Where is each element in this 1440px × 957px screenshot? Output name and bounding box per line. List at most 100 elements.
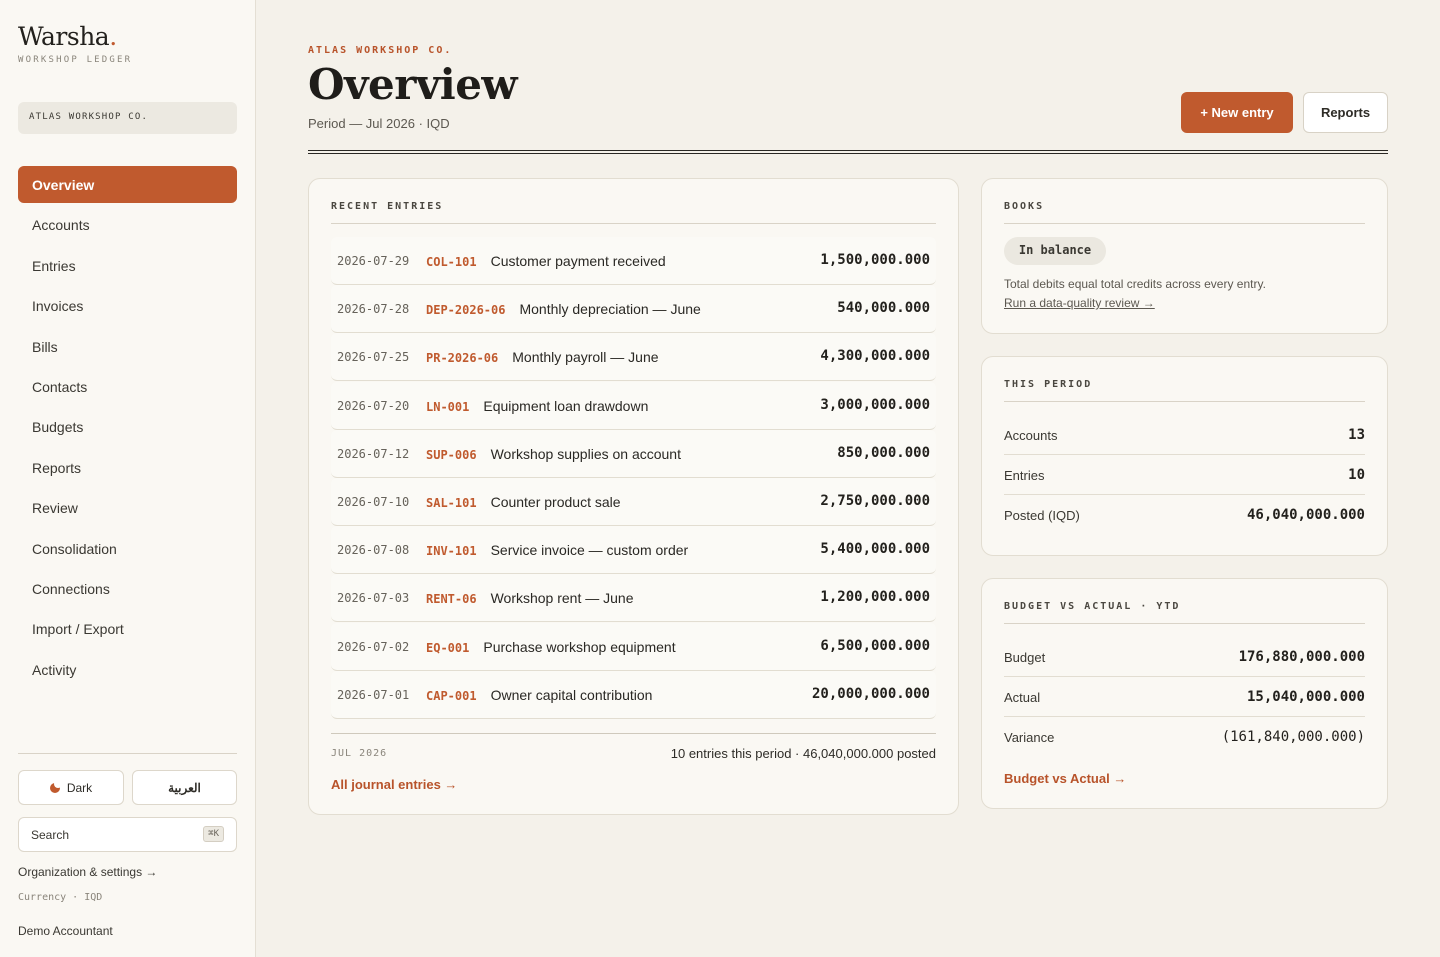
entry-amount: 1,200,000.000 — [820, 589, 930, 606]
sidebar-item-contacts[interactable]: Contacts — [18, 368, 237, 405]
budget-row-label: Actual — [1004, 690, 1041, 705]
org-settings-link[interactable]: Organization & settings → — [18, 865, 157, 879]
page-title: Overview — [308, 60, 518, 109]
stat-value: 10 — [1348, 467, 1365, 483]
header-rule — [308, 150, 1388, 151]
entry-reference[interactable]: CAP-001 — [426, 689, 477, 703]
budget-row-value: (161,840,000.000) — [1221, 729, 1365, 745]
entry-description-text: Monthly payroll — June — [512, 349, 659, 366]
data-quality-review-link[interactable]: Run a data-quality review → — [1004, 296, 1155, 310]
budget-row-value: 15,040,000.000 — [1246, 689, 1365, 705]
entry-date: 2026-07-20 — [337, 398, 410, 413]
entry-row[interactable]: 2026-07-08 INV-101 Service invoice — custo… — [331, 526, 936, 575]
entry-description: SUP-006 Workshop supplies on account — [426, 446, 681, 462]
sidebar-item-accounts[interactable]: Accounts — [18, 206, 237, 243]
status-badge: In balance — [1004, 237, 1106, 265]
sidebar: Warsha. WORKSHOP LEDGER ATLAS WORKSHOP C… — [0, 0, 256, 957]
entry-row[interactable]: 2026-07-02 EQ-001 Purchase workshop equipm… — [331, 622, 936, 671]
books-label: BOOKS — [1004, 201, 1045, 212]
sidebar-divider — [18, 753, 237, 754]
entry-description: SAL-101 Counter product sale — [426, 494, 621, 510]
period-label: Period — Jul 2026 · IQD — [308, 116, 450, 131]
entry-description-text: Monthly depreciation — June — [519, 301, 701, 318]
entry-reference[interactable]: SUP-006 — [426, 448, 477, 462]
entry-description-text: Owner capital contribution — [490, 686, 653, 703]
moon-icon — [49, 780, 62, 793]
sidebar-item-consolidation[interactable]: Consolidation — [18, 530, 237, 567]
sidebar-item-review[interactable]: Review — [18, 489, 237, 526]
brand-logo[interactable]: Warsha. WORKSHOP LEDGER — [18, 22, 132, 65]
sidebar-item-overview[interactable]: Overview — [18, 166, 237, 203]
sidebar-nav: Overview Accounts Entries Invoices Bills… — [18, 166, 237, 691]
entry-description: RENT-06 Workshop rent — June — [426, 590, 634, 606]
budget-row-variance: Variance (161,840,000.000) — [1004, 717, 1365, 757]
sidebar-item-connections[interactable]: Connections — [18, 570, 237, 607]
sidebar-item-activity[interactable]: Activity — [18, 651, 237, 688]
sidebar-item-import-export[interactable]: Import / Export — [18, 610, 237, 647]
entry-description: COL-101 Customer payment received — [426, 253, 666, 269]
budget-row-budget: Budget 176,880,000.000 — [1004, 637, 1365, 677]
entry-row[interactable]: 2026-07-25 PR-2026-06 Monthly payroll — Ju… — [331, 333, 936, 382]
dark-mode-button[interactable]: Dark — [18, 770, 124, 805]
entry-date: 2026-07-08 — [337, 543, 410, 558]
entry-amount: 540,000.000 — [837, 300, 930, 317]
shortcut-badge: ⌘K — [203, 826, 224, 842]
entry-row[interactable]: 2026-07-29 COL-101 Customer payment receiv… — [331, 237, 936, 285]
entry-amount: 6,500,000.000 — [820, 637, 930, 654]
entry-reference[interactable]: LN-001 — [426, 400, 469, 414]
entry-row[interactable]: 2026-07-03 RENT-06 Workshop rent — June 1,2… — [331, 574, 936, 623]
sidebar-item-invoices[interactable]: Invoices — [18, 287, 237, 324]
all-journal-entries-link[interactable]: All journal entries → — [331, 777, 457, 792]
entry-reference[interactable]: COL-101 — [426, 255, 477, 269]
card-rule — [331, 223, 936, 224]
user-name[interactable]: Demo Accountant — [18, 924, 113, 938]
currency-label: Currency · IQD — [18, 892, 103, 903]
budget-row-value: 176,880,000.000 — [1238, 649, 1365, 665]
entry-reference[interactable]: EQ-001 — [426, 641, 469, 655]
entry-row[interactable]: 2026-07-28 DEP-2026-06 Monthly depreciatio… — [331, 285, 936, 334]
entry-row[interactable]: 2026-07-20 LN-001 Equipment loan drawdown 3… — [331, 381, 936, 430]
entry-reference[interactable]: RENT-06 — [426, 592, 477, 606]
entry-date: 2026-07-12 — [337, 446, 410, 461]
entry-reference[interactable]: INV-101 — [426, 544, 477, 558]
reports-button[interactable]: Reports — [1303, 92, 1388, 133]
entry-date: 2026-07-10 — [337, 495, 410, 509]
entry-description-text: Counter product sale — [490, 494, 621, 510]
entry-date: 2026-07-01 — [337, 687, 410, 702]
stat-value: 13 — [1348, 427, 1365, 443]
entry-description: DEP-2026-06 Monthly depreciation — June — [426, 301, 701, 317]
new-entry-button[interactable]: + New entry — [1181, 92, 1293, 133]
entry-row[interactable]: 2026-07-12 SUP-006 Workshop supplies on ac… — [331, 429, 936, 478]
entry-amount: 850,000.000 — [837, 444, 930, 461]
stat-value: 46,040,000.000 — [1246, 507, 1365, 523]
footer-summary: 10 entries this period · 46,040,000.000 … — [670, 746, 936, 761]
budget-row-actual: Actual 15,040,000.000 — [1004, 677, 1365, 717]
header-rule-second — [308, 153, 1388, 154]
search-label: Search — [31, 828, 70, 842]
entry-description: LN-001 Equipment loan drawdown — [426, 398, 648, 414]
entry-description: EQ-001 Purchase workshop equipment — [426, 639, 676, 655]
org-switcher[interactable]: ATLAS WORKSHOP CO. — [18, 102, 237, 134]
entry-reference[interactable]: SAL-101 — [426, 496, 477, 510]
budget-row-label: Variance — [1004, 730, 1055, 745]
stat-row-accounts: Accounts 13 — [1004, 415, 1365, 455]
language-button[interactable]: العربية — [132, 770, 237, 805]
budget-vs-actual-link[interactable]: Budget vs Actual → — [1004, 771, 1126, 786]
entry-row[interactable]: 2026-07-01 CAP-001 Owner capital contribut… — [331, 670, 936, 719]
entry-row[interactable]: 2026-07-10 SAL-101 Counter product sale 2,7… — [331, 478, 936, 526]
entry-description-text: Workshop supplies on account — [490, 445, 681, 462]
sidebar-item-reports[interactable]: Reports — [18, 449, 237, 486]
books-description: Total debits equal total credits across … — [1004, 277, 1266, 291]
stat-row-posted: Posted (IQD) 46,040,000.000 — [1004, 495, 1365, 535]
sidebar-item-bills[interactable]: Bills — [18, 328, 237, 365]
budget-row-label: Budget — [1004, 650, 1046, 665]
card-rule — [1004, 401, 1365, 402]
search-input[interactable]: Search ⌘K — [18, 817, 237, 852]
entry-description: INV-101 Service invoice — custom order — [426, 542, 688, 558]
entry-reference[interactable]: DEP-2026-06 — [426, 303, 505, 317]
sidebar-item-budgets[interactable]: Budgets — [18, 408, 237, 445]
entry-date: 2026-07-28 — [337, 302, 410, 317]
entry-reference[interactable]: PR-2026-06 — [426, 351, 498, 365]
sidebar-item-entries[interactable]: Entries — [18, 247, 237, 284]
brand-name: Warsha. — [18, 22, 117, 51]
